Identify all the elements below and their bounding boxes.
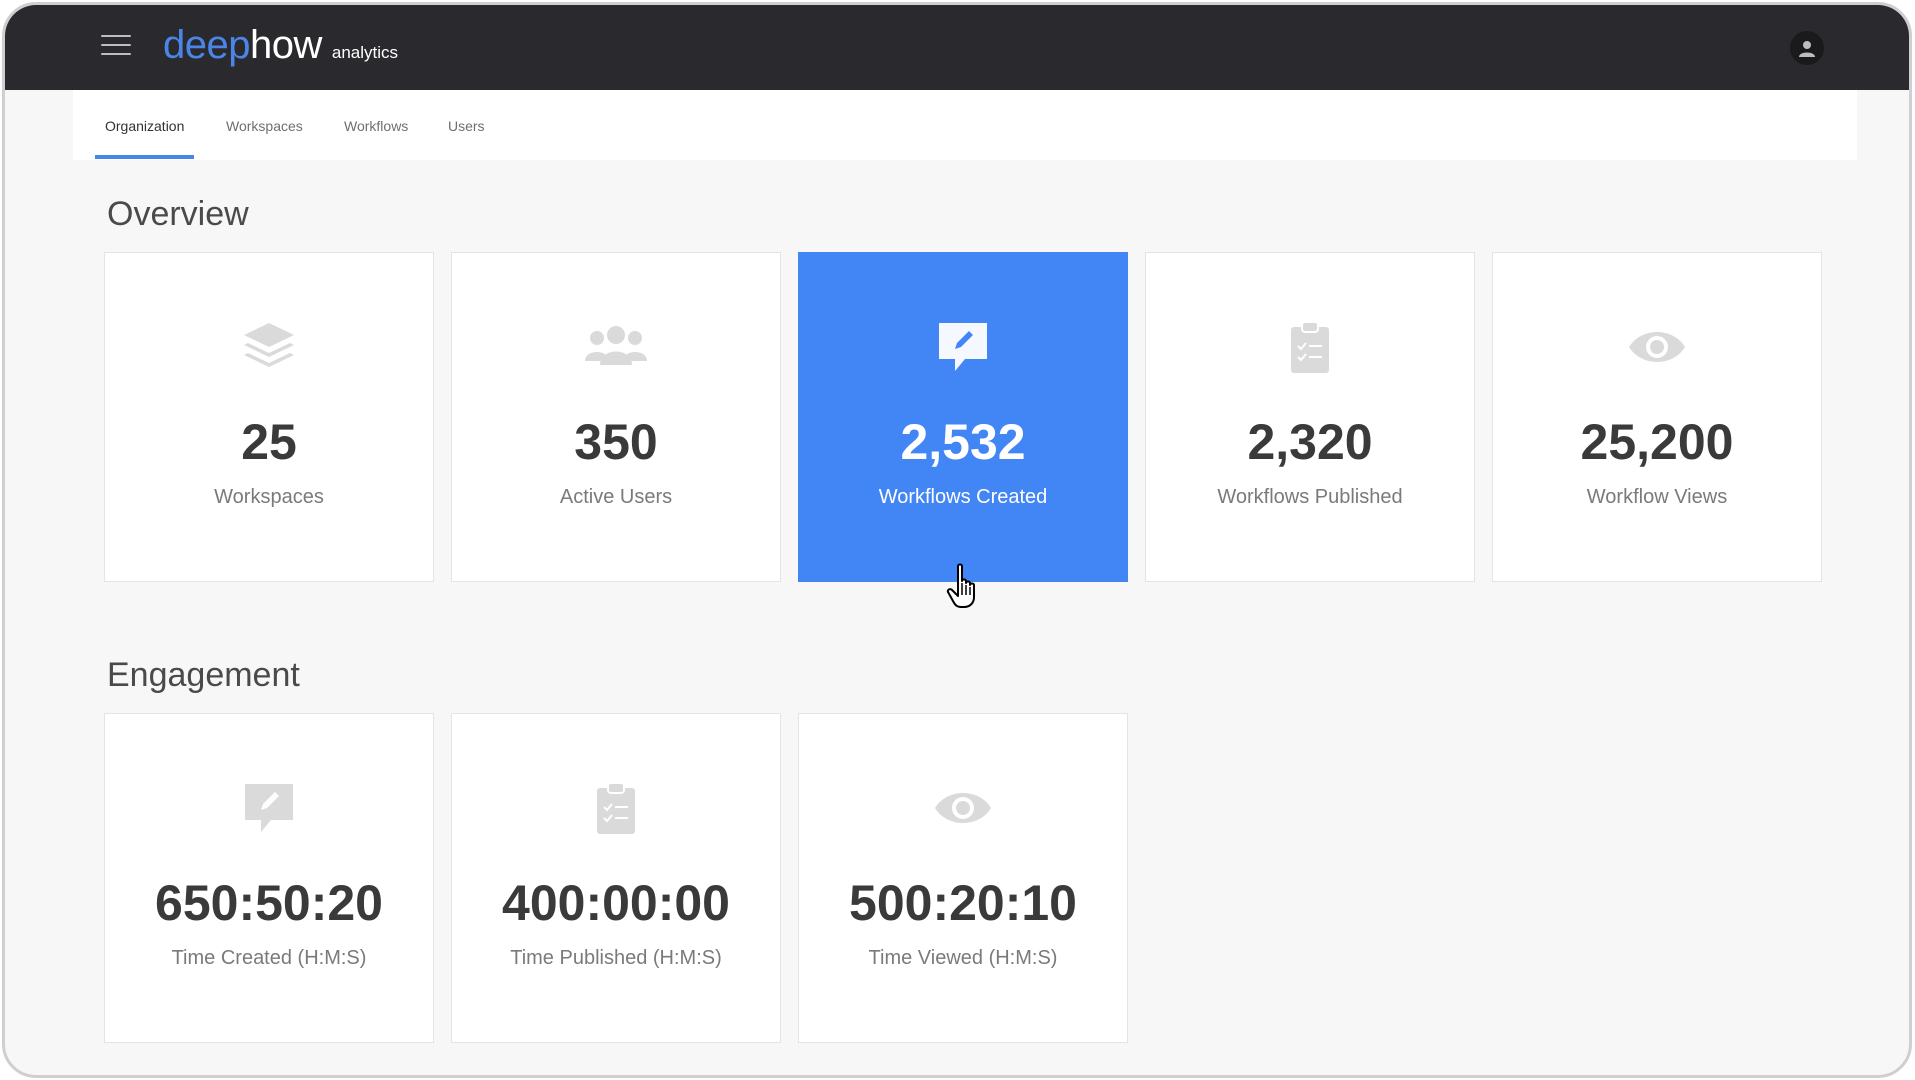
tab-users[interactable]: Users	[448, 90, 485, 160]
stat-value: 2,320	[1247, 414, 1373, 470]
edit-comment-icon	[799, 319, 1127, 379]
tab-workflows[interactable]: Workflows	[344, 90, 408, 160]
stat-label: Workflows Published	[1217, 486, 1403, 508]
stat-label: Workflows Created	[878, 486, 1048, 508]
stat-value: 25	[241, 414, 297, 470]
app-window: deep how analytics Organization Workspac…	[2, 2, 1912, 1078]
stat-value: 400:00:00	[502, 875, 730, 931]
stat-value: 25,200	[1580, 414, 1734, 470]
stat-card-time-viewed[interactable]: 500:20:10 Time Viewed (H:M:S)	[798, 713, 1128, 1043]
stat-card-workflow-views[interactable]: 25,200 Workflow Views	[1492, 252, 1822, 582]
overview-title: Overview	[107, 195, 249, 233]
hand-pointer-cursor-icon	[945, 563, 985, 609]
layers-icon	[105, 319, 433, 379]
engagement-title: Engagement	[107, 656, 300, 694]
stat-card-active-users[interactable]: 350 Active Users	[451, 252, 781, 582]
stat-card-workflows-created[interactable]: 2,532 Workflows Created	[798, 252, 1128, 582]
user-avatar-icon[interactable]	[1790, 31, 1824, 65]
stat-label: Active Users	[559, 486, 673, 508]
stat-card-time-created[interactable]: 650:50:20 Time Created (H:M:S)	[104, 713, 434, 1043]
clipboard-check-icon	[452, 780, 780, 840]
tab-bar: Organization Workspaces Workflows Users	[73, 90, 1857, 160]
top-bar: deep how analytics	[5, 5, 1909, 90]
tab-label: Workflows	[344, 118, 409, 134]
stat-label: Workflow Views	[1586, 486, 1728, 508]
tab-workspaces[interactable]: Workspaces	[226, 90, 303, 160]
app-logo[interactable]: deep how analytics	[163, 23, 398, 73]
stat-card-workspaces[interactable]: 25 Workspaces	[104, 252, 434, 582]
logo-how-text: how	[249, 23, 322, 67]
stat-card-workflows-published[interactable]: 2,320 Workflows Published	[1145, 252, 1475, 582]
tab-label: Workspaces	[226, 118, 303, 134]
hamburger-menu-icon[interactable]	[101, 35, 131, 59]
stat-label: Time Published (H:M:S)	[510, 947, 722, 969]
tab-label: Organization	[105, 118, 185, 134]
users-group-icon	[452, 319, 780, 379]
stat-value: 500:20:10	[849, 875, 1077, 931]
stat-label: Time Created (H:M:S)	[171, 947, 367, 969]
stat-value: 350	[574, 414, 658, 470]
stat-value: 2,532	[900, 414, 1026, 470]
logo-analytics-text: analytics	[331, 43, 399, 62]
tab-organization[interactable]: Organization	[94, 90, 195, 160]
stat-label: Workspaces	[214, 486, 324, 508]
eye-icon	[1493, 319, 1821, 379]
clipboard-check-icon	[1146, 319, 1474, 379]
logo-deep-text: deep	[163, 23, 250, 67]
stat-value: 650:50:20	[155, 875, 383, 931]
tab-label: Users	[448, 118, 485, 134]
edit-comment-icon	[105, 780, 433, 840]
stat-card-time-published[interactable]: 400:00:00 Time Published (H:M:S)	[451, 713, 781, 1043]
stat-label: Time Viewed (H:M:S)	[868, 947, 1058, 969]
eye-icon	[799, 780, 1127, 840]
